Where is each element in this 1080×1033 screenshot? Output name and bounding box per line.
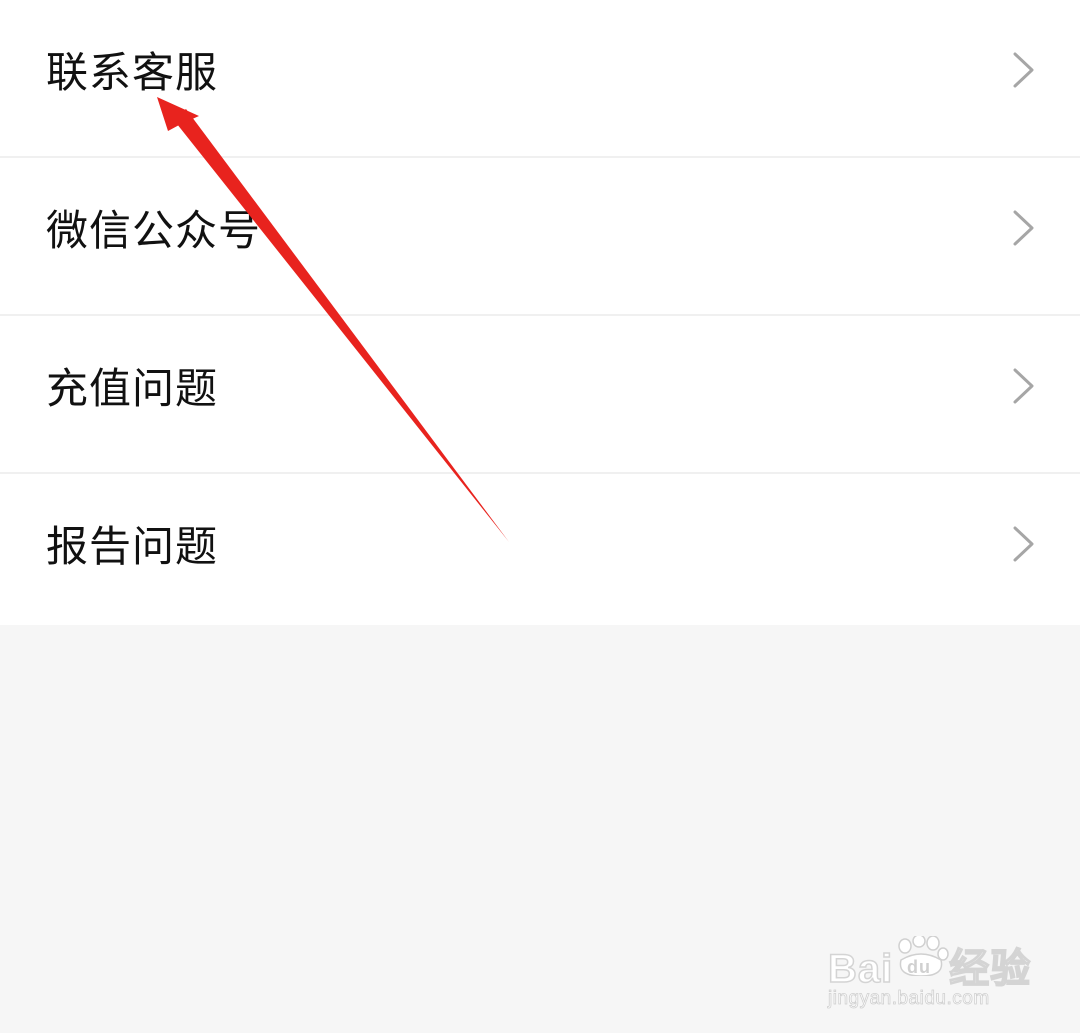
watermark-url: jingyan.baidu.com [828,988,990,1010]
watermark-brand: Bai du 经验 [827,936,1031,994]
chevron-right-icon [1013,52,1034,88]
menu-item-label: 充值问题 [46,364,219,413]
menu-item-label: 联系客服 [46,48,219,97]
chevron-right-icon [1013,210,1034,246]
paw-icon: du [898,936,949,976]
menu-item-label: 报告问题 [46,522,219,571]
menu-item-report-issue[interactable]: 报告问题 [0,474,1080,632]
menu-item-wechat-official-account[interactable]: 微信公众号 [0,158,1080,316]
settings-menu-list: 联系客服 微信公众号 充值问题 报告问题 [0,0,1080,625]
menu-item-recharge-issues[interactable]: 充值问题 [0,316,1080,474]
chevron-right-icon [1013,368,1034,404]
baidu-jingyan-watermark: Bai du 经验 jingyan.baidu.com [827,918,1031,1013]
chevron-right-icon [1013,526,1034,562]
watermark-paw-text: du [907,957,931,976]
menu-item-label: 微信公众号 [46,206,262,255]
menu-item-contact-support[interactable]: 联系客服 [0,0,1080,158]
